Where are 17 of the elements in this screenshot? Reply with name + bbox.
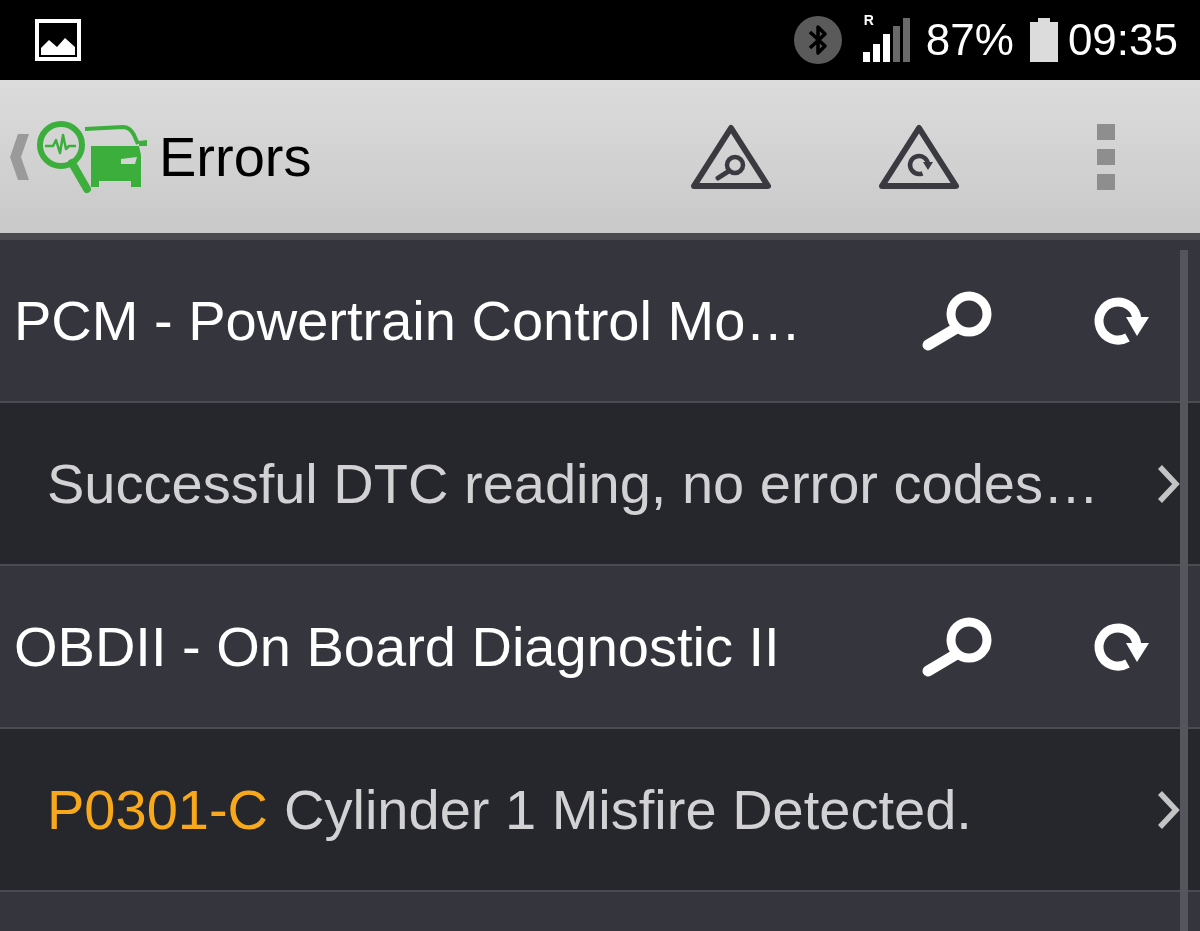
result-message: Successful DTC reading, no error codes… [47, 451, 1099, 516]
dtc-code: P0301-C [47, 777, 269, 842]
roaming-indicator: R [863, 12, 874, 28]
chevron-right-icon [1156, 463, 1180, 504]
screen-title: Errors [159, 124, 312, 189]
battery-percentage: 87% [925, 15, 1014, 65]
chevron-right-icon [1156, 789, 1180, 830]
triangle-refresh-icon[interactable] [878, 122, 960, 191]
car-magnifier-icon [35, 118, 147, 195]
bluetooth-icon [793, 16, 842, 64]
module-name: PCM - Powertrain Control Mo… [14, 288, 802, 353]
image-icon [35, 19, 81, 61]
dtc-description: Cylinder 1 Misfire Detected. [284, 777, 972, 842]
triangle-magnifier-icon[interactable] [690, 122, 772, 191]
clock-time: 09:35 [1067, 15, 1178, 65]
battery-icon [1029, 18, 1058, 62]
module-name: OBDII - On Board Diagnostic II [14, 614, 780, 679]
